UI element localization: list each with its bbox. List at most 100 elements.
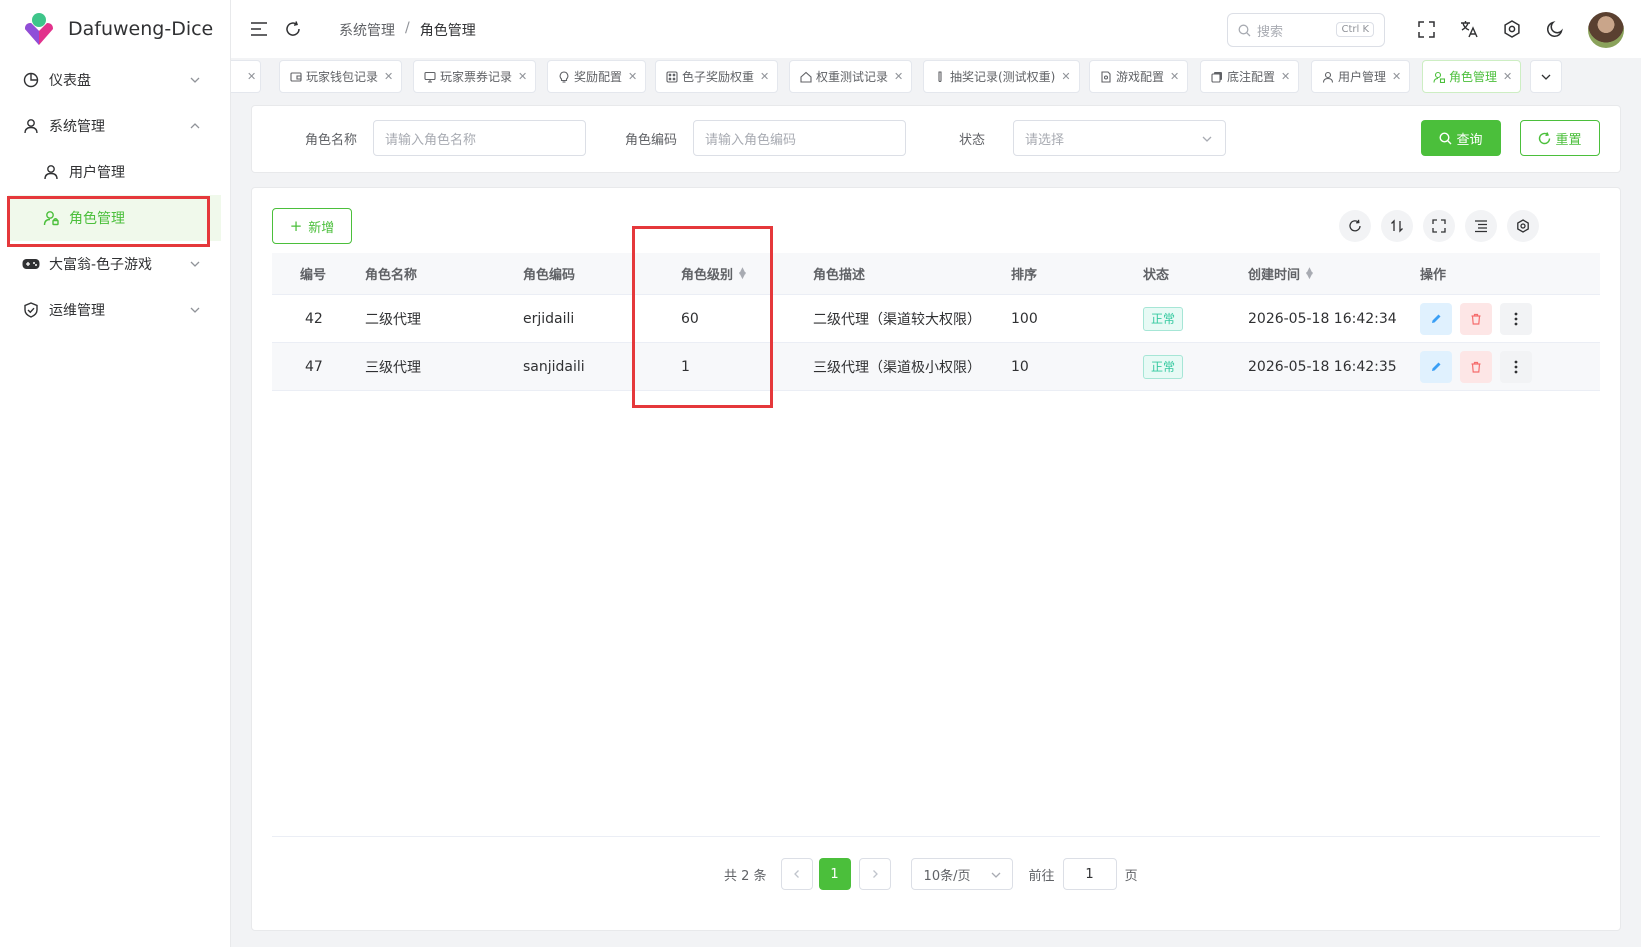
close-icon[interactable]: ✕ (1503, 70, 1512, 83)
close-icon[interactable]: ✕ (628, 70, 637, 83)
page-size-value: 10条/页 (923, 868, 971, 884)
table-density-button[interactable] (1465, 210, 1497, 242)
close-icon[interactable]: ✕ (1061, 70, 1070, 83)
more-button[interactable] (1500, 302, 1532, 335)
search-icon (1238, 24, 1251, 36)
tag-user-management[interactable]: 用户管理 ✕ (1311, 60, 1411, 93)
edit-button[interactable] (1420, 302, 1452, 335)
tag-wallet-records[interactable]: 玩家钱包记录 ✕ (279, 60, 403, 93)
cell-desc: 三级代理（渠道极小权限） (813, 359, 981, 376)
sidebar-item-label: 仪表盘 (49, 73, 91, 89)
refresh-icon[interactable] (283, 19, 303, 39)
chevron-down-icon (190, 77, 200, 83)
role-code-input[interactable]: 请输入角色编码 (693, 120, 906, 156)
translate-icon[interactable] (1459, 19, 1479, 39)
breadcrumb-item[interactable]: 系统管理 (339, 20, 395, 40)
tag-lottery-records[interactable]: 抽奖记录(测试权重) ✕ (923, 60, 1080, 93)
add-button[interactable]: + 新增 (272, 208, 352, 244)
cell-id: 42 (305, 310, 323, 327)
status-select[interactable]: 请选择 (1013, 120, 1226, 156)
close-icon[interactable]: ✕ (894, 70, 903, 83)
close-icon[interactable]: ✕ (1281, 70, 1290, 83)
pagination-divider (272, 836, 1600, 837)
tag-bet-config[interactable]: 底注配置 ✕ (1200, 60, 1300, 93)
role-name-input[interactable]: 请输入角色名称 (373, 120, 586, 156)
sidebar-item-dice-game[interactable]: 大富翁-色子游戏 (0, 241, 231, 287)
document-icon (1101, 70, 1111, 83)
cell-sort: 10 (1011, 358, 1029, 375)
sidebar-item-dashboard[interactable]: 仪表盘 (0, 57, 231, 103)
cell-id: 47 (305, 358, 323, 375)
close-icon[interactable]: ✕ (760, 70, 769, 83)
role-name-label: 角色名称 (305, 133, 358, 148)
fullscreen-icon[interactable] (1416, 19, 1436, 39)
close-icon[interactable]: ✕ (518, 70, 527, 83)
role-table: 编号 角色名称 角色编码 角色级别 ▲ ▼ 角色描述 排序 状态 创建时间 ▲ ▼ … (272, 253, 1600, 391)
close-icon[interactable]: ✕ (384, 70, 393, 83)
query-button[interactable]: 查询 (1421, 120, 1501, 156)
table-refresh-button[interactable] (1339, 210, 1371, 242)
status-badge: 正常 (1143, 306, 1184, 331)
reset-button[interactable]: 重置 (1520, 120, 1600, 156)
reset-icon (1539, 131, 1551, 144)
settings-icon[interactable] (1502, 19, 1522, 39)
dark-mode-icon[interactable] (1545, 19, 1565, 39)
delete-button[interactable] (1460, 350, 1492, 383)
app-title: Dafuweng-Dice (68, 18, 214, 40)
tag-ticket-records[interactable]: 玩家票券记录 ✕ (413, 60, 537, 93)
tag-label: 抽奖记录(测试权重) (950, 70, 1056, 84)
tag-label: 奖励配置 (574, 70, 623, 84)
global-search[interactable]: 搜索 Ctrl K (1227, 13, 1385, 47)
search-placeholder: 搜索 (1257, 24, 1284, 40)
tag-dice-weight[interactable]: 色子奖励权重 ✕ (655, 60, 779, 93)
column-header-sort: 排序 (1011, 268, 1038, 283)
tag-label: 游戏配置 (1116, 70, 1165, 84)
sidebar-item-system[interactable]: 系统管理 (0, 103, 231, 149)
table-fullscreen-button[interactable] (1423, 210, 1455, 242)
sidebar: Dafuweng-Dice 仪表盘 系统管理 用户管理 角色管理 大富翁-色子游… (0, 0, 231, 947)
sidebar-item-users[interactable]: 用户管理 (0, 149, 231, 195)
table-sort-button[interactable] (1381, 210, 1413, 242)
tag-role-management[interactable]: 角色管理 ✕ (1422, 60, 1522, 93)
more-button[interactable] (1500, 350, 1532, 383)
monitor-icon (424, 71, 436, 83)
sidebar-item-ops[interactable]: 运维管理 (0, 287, 231, 333)
tag-weight-test[interactable]: 权重测试记录 ✕ (789, 60, 913, 93)
tag-game-config[interactable]: 游戏配置 ✕ (1089, 60, 1189, 93)
column-header-created[interactable]: 创建时间 ▲ ▼ (1248, 253, 1313, 294)
more-vertical-icon (1514, 360, 1518, 373)
edit-button[interactable] (1420, 350, 1452, 383)
menu-fold-icon[interactable] (249, 19, 269, 39)
column-header-code: 角色编码 (523, 268, 576, 283)
next-page-button[interactable] (858, 858, 891, 890)
tag-reward-config[interactable]: 奖励配置 ✕ (547, 60, 647, 93)
shield-check-icon (22, 301, 40, 319)
pagination: 共 2 条 1 10条/页 前往 1 页 (724, 858, 1138, 890)
page-size-select[interactable]: 10条/页 (910, 858, 1013, 890)
column-header-name: 角色名称 (365, 268, 418, 283)
column-header-actions: 操作 (1420, 268, 1447, 283)
table-row: 42 二级代理 erjidaili 60 二级代理（渠道较大权限） 100 正常… (272, 295, 1600, 343)
dice-icon (666, 70, 678, 83)
app-logo[interactable]: Dafuweng-Dice (20, 11, 213, 47)
tag-close-overflow[interactable]: ✕ (231, 60, 261, 93)
close-icon[interactable]: ✕ (1392, 70, 1401, 83)
goto-page-input[interactable]: 1 (1062, 858, 1117, 890)
table-settings-button[interactable] (1507, 210, 1539, 242)
cell-code: erjidaili (523, 310, 575, 327)
avatar[interactable] (1588, 12, 1624, 48)
tag-label: 色子奖励权重 (682, 70, 755, 84)
column-header-desc: 角色描述 (813, 268, 866, 283)
prev-page-button[interactable] (780, 858, 813, 890)
cell-created: 2026-05-18 16:42:35 (1248, 358, 1397, 375)
delete-button[interactable] (1460, 302, 1492, 335)
cell-name: 三级代理 (365, 359, 421, 376)
chevron-right-icon (872, 870, 878, 878)
sort-caret-icon[interactable]: ▲ ▼ (1306, 266, 1313, 280)
home-icon (800, 71, 812, 83)
search-shortcut: Ctrl K (1336, 22, 1374, 37)
page-number-current[interactable]: 1 (818, 858, 851, 890)
user-icon (42, 163, 60, 181)
tags-more-dropdown[interactable] (1530, 60, 1562, 93)
close-icon[interactable]: ✕ (1170, 70, 1179, 83)
